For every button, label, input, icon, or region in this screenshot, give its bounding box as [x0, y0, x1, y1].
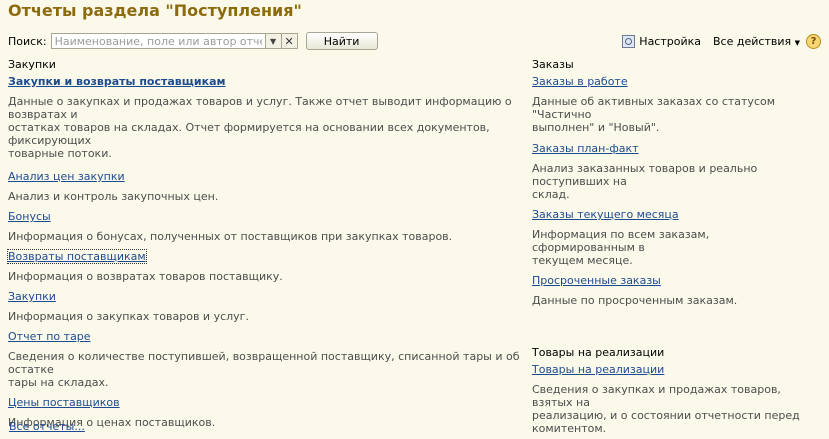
- report-link-overdue-orders[interactable]: Просроченные заказы: [532, 274, 661, 287]
- report-link-supplier-prices[interactable]: Цены поставщиков: [8, 396, 120, 409]
- report-item: Бонусы Информация о бонусах, полученных …: [8, 210, 523, 243]
- report-description: реализацию, и о состоянии отчетности пер…: [532, 409, 800, 422]
- all-reports-link[interactable]: Все отчеты...: [9, 420, 85, 433]
- report-item: Заказы в работе Данные об активных заказ…: [532, 75, 812, 134]
- report-link-returns[interactable]: Возвраты поставщикам: [7, 249, 147, 264]
- group-title-purchases: Закупки: [8, 58, 56, 71]
- search-clear-button[interactable]: ✕: [281, 33, 298, 49]
- report-description: Анализ и контроль закупочных цен.: [8, 190, 219, 203]
- group-title-consignment: Товары на реализации: [532, 346, 665, 359]
- report-description: Информация о бонусах, полученных от пост…: [8, 230, 453, 243]
- report-description: выполнен" и "Новый".: [532, 121, 660, 134]
- report-link-price-analysis[interactable]: Анализ цен закупки: [8, 170, 125, 183]
- all-actions-label: Все действия: [713, 34, 792, 48]
- report-description: комитентом.: [532, 422, 607, 435]
- toolbar-right: Настройка Все действия ▼ ?: [622, 32, 821, 50]
- settings-button[interactable]: Настройка: [639, 35, 701, 48]
- report-link-purchases-returns[interactable]: Закупки и возвраты поставщикам: [8, 75, 226, 88]
- clear-icon: ✕: [284, 34, 294, 48]
- group-title-orders: Заказы: [532, 58, 574, 71]
- report-item: Товары на реализации Сведения о закупках…: [532, 363, 812, 435]
- report-link-purchases[interactable]: Закупки: [8, 290, 56, 303]
- purchases-group: Закупки Закупки и возвраты поставщикам Д…: [7, 58, 523, 429]
- help-icon[interactable]: ?: [806, 33, 821, 49]
- report-description: Данные о закупках и продажах товаров и у…: [8, 95, 512, 121]
- report-item: Заказы план-факт Анализ заказанных товар…: [532, 142, 812, 201]
- report-item: Просроченные заказы Данные по просроченн…: [532, 274, 812, 307]
- settings-icon[interactable]: [622, 34, 636, 48]
- report-description: товарные потоки.: [8, 147, 112, 160]
- orders-group: Заказы Заказы в работе Данные об активны…: [532, 58, 812, 435]
- report-link-orders-plan-fact[interactable]: Заказы план-факт: [532, 142, 639, 155]
- report-description: склад.: [532, 188, 570, 201]
- dropdown-arrow-icon: ▼: [269, 36, 277, 46]
- report-description: тары на складах.: [8, 376, 109, 389]
- report-item: Отчет по таре Сведения о количестве пост…: [8, 330, 523, 389]
- report-description: Данные по просроченным заказам.: [532, 294, 738, 307]
- report-description: Данные об активных заказах со статусом "…: [532, 95, 776, 121]
- report-description: Сведения о закупках и продажах товаров, …: [532, 383, 781, 409]
- report-link-bonuses[interactable]: Бонусы: [8, 210, 51, 223]
- report-description: Информация по всем заказам, сформированн…: [532, 228, 710, 254]
- search-history-dropdown[interactable]: ▼: [265, 33, 282, 49]
- search-bar: Поиск: ▼ ✕ Найти: [8, 32, 378, 50]
- report-item: Закупки Информация о закупках товаров и …: [8, 290, 523, 323]
- report-description: текущем месяце.: [532, 254, 633, 267]
- page-title: Отчеты раздела "Поступления": [8, 1, 302, 20]
- report-description: Информация о закупках товаров и услуг.: [8, 310, 249, 323]
- report-item: Анализ цен закупки Анализ и контроль зак…: [8, 170, 523, 203]
- search-input[interactable]: [54, 34, 262, 48]
- all-actions-menu[interactable]: Все действия ▼: [713, 35, 800, 48]
- report-link-consignment-goods[interactable]: Товары на реализации: [532, 363, 664, 376]
- report-item: Заказы текущего месяца Информация по все…: [532, 208, 812, 267]
- report-link-orders-in-progress[interactable]: Заказы в работе: [532, 75, 628, 88]
- report-item: Закупки и возвраты поставщикам Данные о …: [8, 75, 523, 160]
- search-label: Поиск:: [8, 34, 47, 48]
- report-link-containers[interactable]: Отчет по таре: [8, 330, 91, 343]
- report-description: Информация о ценах поставщиков.: [8, 416, 216, 429]
- chevron-down-icon: ▼: [794, 38, 800, 47]
- report-description: Информация о возвратах товаров поставщик…: [8, 270, 283, 283]
- report-item: Цены поставщиков Информация о ценах пост…: [8, 396, 523, 429]
- report-description: Анализ заказанных товаров и реально пост…: [532, 162, 758, 188]
- report-link-orders-current-month[interactable]: Заказы текущего месяца: [532, 208, 679, 221]
- search-field[interactable]: [50, 33, 266, 49]
- report-item: Возвраты поставщикам Информация о возвра…: [7, 249, 523, 283]
- find-button[interactable]: Найти: [305, 32, 378, 50]
- report-description: остатках товаров на складах. Отчет форми…: [8, 121, 490, 147]
- report-description: Сведения о количестве поступившей, возвр…: [8, 350, 520, 376]
